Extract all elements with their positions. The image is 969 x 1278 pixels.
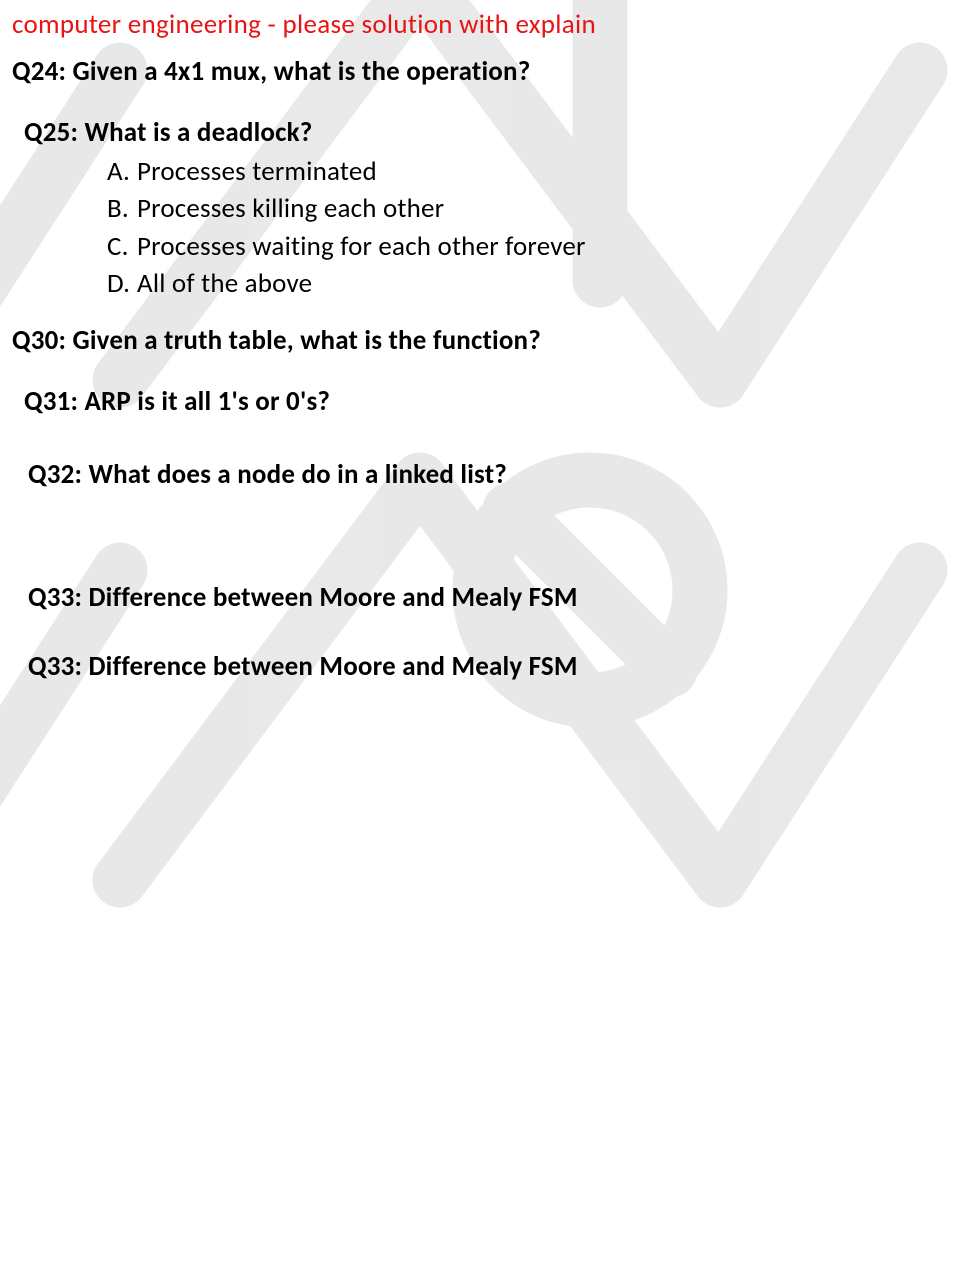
- question-32: Q32: What does a node do in a linked lis…: [28, 458, 957, 491]
- question-24: Q24: Given a 4x1 mux, what is the operat…: [12, 55, 957, 88]
- question-30: Q30: Given a truth table, what is the fu…: [12, 324, 957, 357]
- option-b: B.Processes killing each other: [107, 190, 957, 227]
- option-letter: B.: [107, 190, 137, 227]
- option-a: A.Processes terminated: [107, 153, 957, 190]
- option-letter: C.: [107, 228, 137, 265]
- question-25-options: A.Processes terminated B.Processes killi…: [107, 153, 957, 302]
- option-text: Processes killing each other: [137, 192, 444, 225]
- question-33a: Q33: Difference between Moore and Mealy …: [28, 581, 957, 614]
- option-c: C.Processes waiting for each other forev…: [107, 228, 957, 265]
- option-text: Processes terminated: [137, 155, 377, 188]
- option-d: D.All of the above: [107, 265, 957, 302]
- option-letter: D.: [107, 265, 137, 302]
- option-letter: A.: [107, 153, 137, 190]
- question-31: Q31: ARP is it all 1's or 0's?: [24, 385, 957, 418]
- document-content: computer engineering - please solution w…: [12, 8, 957, 683]
- option-text: All of the above: [137, 267, 312, 300]
- header-note: computer engineering - please solution w…: [12, 8, 957, 41]
- question-25: Q25: What is a deadlock?: [24, 116, 957, 149]
- option-text: Processes waiting for each other forever: [137, 230, 586, 263]
- question-33b: Q33: Difference between Moore and Mealy …: [28, 650, 957, 683]
